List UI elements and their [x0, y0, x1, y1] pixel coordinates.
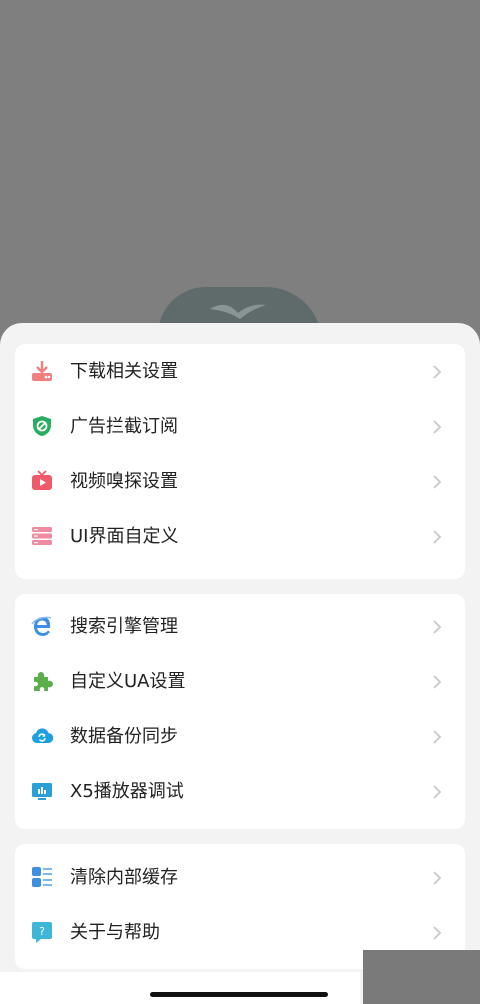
menu-item-video-sniff-settings[interactable]: 视频嗅探设置	[15, 455, 465, 509]
chevron-right-icon	[433, 675, 442, 689]
chevron-right-icon	[433, 730, 442, 744]
menu-item-label: X5播放器调试	[70, 781, 184, 802]
shield-block-icon	[31, 415, 53, 437]
settings-sheet: 下载相关设置 广告拦截订阅 视频嗅探设置 UI界面自定义 搜索引擎管理 自定义U…	[0, 323, 480, 1004]
menu-item-label: 视频嗅探设置	[70, 471, 178, 492]
home-indicator[interactable]	[150, 992, 328, 997]
download-icon	[31, 360, 53, 382]
cloud-sync-icon	[31, 725, 53, 747]
menu-item-label: 广告拦截订阅	[70, 416, 178, 437]
chevron-right-icon	[433, 475, 442, 489]
menu-item-label: 关于与帮助	[70, 922, 160, 943]
video-tv-icon	[31, 470, 53, 492]
puzzle-icon	[31, 670, 53, 692]
chevron-right-icon	[433, 365, 442, 379]
chevron-right-icon	[433, 420, 442, 434]
background-thumbnail	[363, 950, 480, 1004]
menu-item-label: 下载相关设置	[70, 361, 178, 382]
search-engine-icon	[31, 615, 53, 637]
chevron-right-icon	[433, 871, 442, 885]
bottom-bar	[0, 972, 360, 1004]
menu-item-x5-player-debug[interactable]: X5播放器调试	[15, 765, 465, 819]
menu-item-download-settings[interactable]: 下载相关设置	[15, 345, 465, 399]
chevron-right-icon	[433, 530, 442, 544]
help-bubble-icon: ?	[31, 921, 53, 943]
settings-card-2: 搜索引擎管理 自定义UA设置 数据备份同步 X5播放器调试	[15, 594, 465, 829]
monitor-chart-icon	[31, 780, 53, 802]
menu-item-label: UI界面自定义	[70, 526, 179, 547]
list-clear-icon	[31, 866, 53, 888]
svg-text:?: ?	[39, 925, 45, 938]
menu-item-label: 数据备份同步	[70, 726, 178, 747]
menu-item-search-engine[interactable]: 搜索引擎管理	[15, 600, 465, 654]
settings-card-1: 下载相关设置 广告拦截订阅 视频嗅探设置 UI界面自定义	[15, 344, 465, 579]
menu-item-adblock-subscription[interactable]: 广告拦截订阅	[15, 400, 465, 454]
menu-item-data-backup-sync[interactable]: 数据备份同步	[15, 710, 465, 764]
chevron-right-icon	[433, 785, 442, 799]
menu-item-label: 清除内部缓存	[70, 867, 178, 888]
menu-item-clear-cache[interactable]: 清除内部缓存	[15, 851, 465, 905]
menu-item-custom-ua[interactable]: 自定义UA设置	[15, 655, 465, 709]
menu-item-label: 搜索引擎管理	[70, 616, 178, 637]
menu-item-label: 自定义UA设置	[70, 671, 186, 692]
menu-item-ui-customize[interactable]: UI界面自定义	[15, 510, 465, 564]
ui-layout-icon	[31, 525, 53, 547]
chevron-right-icon	[433, 926, 442, 940]
chevron-right-icon	[433, 620, 442, 634]
